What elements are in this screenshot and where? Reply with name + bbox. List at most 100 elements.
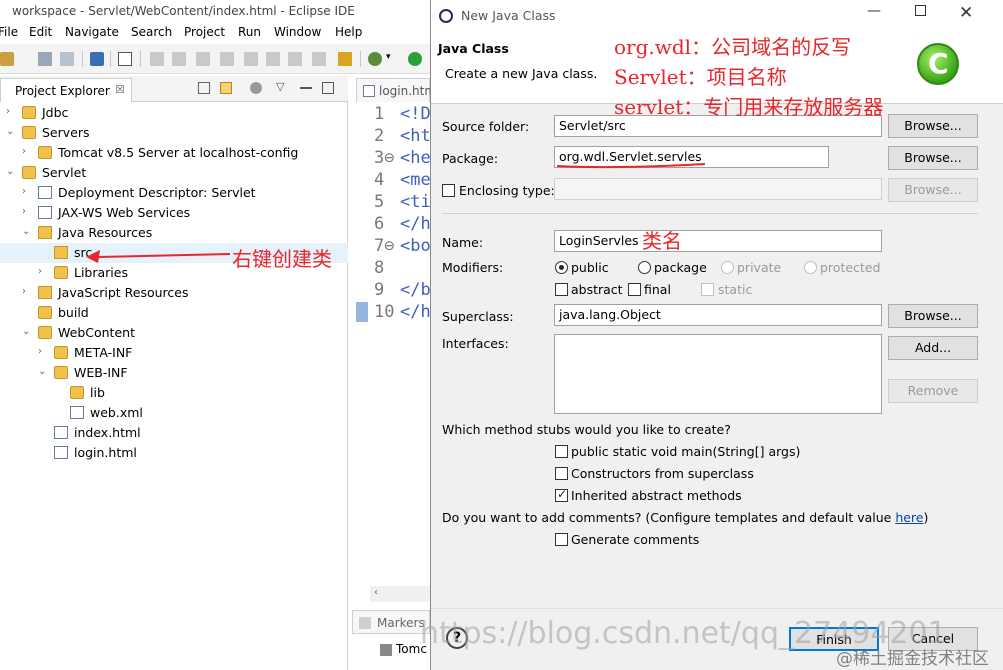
menu-help[interactable]: Help — [335, 25, 362, 39]
minimize-icon[interactable] — [300, 87, 312, 89]
chevron-down-icon[interactable]: ⌄ — [6, 126, 16, 137]
chevron-right-icon[interactable]: › — [6, 106, 16, 117]
menu-search[interactable]: Search — [131, 25, 172, 39]
tree-item[interactable]: › Jdbc — [0, 103, 348, 123]
wrench-icon[interactable] — [338, 52, 352, 66]
code-line: 5 <ti — [352, 192, 431, 214]
tree-item[interactable]: › JAX-WS Web Services — [0, 203, 348, 223]
js-resources-icon — [38, 286, 52, 299]
maximize-icon[interactable] — [322, 82, 334, 94]
resume-icon[interactable] — [150, 52, 164, 66]
use-step-filters-icon[interactable] — [312, 52, 326, 66]
chevron-right-icon[interactable]: › — [22, 186, 32, 197]
save-icon[interactable] — [38, 52, 52, 66]
run-icon[interactable] — [408, 52, 422, 66]
chevron-right-icon[interactable]: › — [22, 286, 32, 297]
generate-comments-checkbox[interactable] — [555, 533, 568, 546]
menu-window[interactable]: Window — [274, 25, 321, 39]
step-into-icon[interactable] — [244, 52, 258, 66]
dialog-header-title: Java Class — [438, 41, 509, 56]
modifier-static-checkbox[interactable] — [701, 283, 714, 296]
terminate-icon[interactable] — [196, 52, 210, 66]
step-over-icon[interactable] — [266, 52, 280, 66]
configure-templates-link[interactable]: here — [895, 510, 923, 525]
chevron-down-icon[interactable]: ⌄ — [38, 366, 48, 377]
menu-project[interactable]: Project — [184, 25, 225, 39]
step-return-icon[interactable] — [288, 52, 302, 66]
menu-edit[interactable]: Edit — [29, 25, 52, 39]
tree-item-label: Jdbc — [42, 105, 69, 120]
close-icon[interactable]: ✕ — [959, 3, 973, 23]
tree-item[interactable]: › META-INF — [0, 343, 348, 363]
stub-main-checkbox[interactable] — [555, 445, 568, 458]
modifier-private-label: private — [737, 260, 782, 275]
tree-item[interactable]: ⌄ Servers — [0, 123, 348, 143]
filters-icon[interactable] — [250, 82, 262, 94]
disconnect-icon[interactable] — [220, 52, 234, 66]
close-icon[interactable]: ☒ — [115, 83, 125, 96]
view-menu-icon[interactable]: ▽ — [276, 80, 284, 93]
new-icon[interactable] — [0, 52, 14, 66]
skip-breakpoints-icon[interactable] — [118, 52, 132, 66]
editor-tab[interactable]: login.htm — [356, 78, 436, 102]
menu-navigate[interactable]: Navigate — [65, 25, 119, 39]
code-text: <ht — [400, 126, 431, 146]
chevron-right-icon[interactable]: › — [22, 206, 32, 217]
modifier-public-radio[interactable] — [555, 261, 568, 274]
tree-item[interactable]: lib — [0, 383, 348, 403]
code-text: </h — [400, 302, 431, 322]
code-text: <bo — [400, 236, 431, 256]
suspend-icon[interactable] — [172, 52, 186, 66]
enclosing-type-field[interactable] — [554, 178, 882, 200]
stub-inherited-checkbox[interactable] — [555, 487, 568, 502]
debug-icon[interactable] — [368, 52, 382, 66]
chevron-right-icon[interactable]: › — [22, 146, 32, 157]
editor-horizontal-scrollbar[interactable]: ‹ — [370, 586, 430, 602]
chevron-right-icon[interactable]: › — [38, 266, 48, 277]
chevron-down-icon[interactable]: ⌄ — [22, 326, 32, 337]
tree-item[interactable]: › JavaScript Resources — [0, 283, 348, 303]
tree-item[interactable]: build — [0, 303, 348, 323]
tree-item[interactable]: ⌄ Servlet — [0, 163, 348, 183]
tree-item[interactable]: web.xml — [0, 403, 348, 423]
debug-dropdown-icon[interactable]: ▾ — [386, 52, 391, 62]
enclosing-type-browse-button[interactable]: Browse... — [888, 178, 978, 202]
modifier-package-radio[interactable] — [638, 261, 651, 274]
tree-item[interactable]: ⌄ Java Resources — [0, 223, 348, 243]
tree-item[interactable]: index.html — [0, 423, 348, 443]
tree-item[interactable]: login.html — [0, 443, 348, 463]
superclass-browse-button[interactable]: Browse... — [888, 304, 978, 328]
project-explorer-tab[interactable]: Project Explorer ☒ — [0, 78, 132, 102]
menu-run[interactable]: Run — [238, 25, 261, 39]
maximize-icon[interactable] — [915, 5, 926, 16]
package-browse-button[interactable]: Browse... — [888, 146, 978, 170]
console-icon[interactable] — [90, 52, 104, 66]
save-all-icon[interactable] — [60, 52, 74, 66]
scroll-left-icon[interactable]: ‹ — [374, 587, 378, 598]
method-stubs-question: Which method stubs would you like to cre… — [442, 422, 731, 437]
chevron-right-icon[interactable]: › — [38, 346, 48, 357]
minimize-icon[interactable]: — — [867, 3, 881, 19]
source-folder-browse-button[interactable]: Browse... — [888, 114, 978, 138]
tree-item[interactable]: ⌄ WebContent — [0, 323, 348, 343]
interfaces-add-button[interactable]: Add... — [888, 336, 978, 360]
tree-item[interactable]: ⌄ WEB-INF — [0, 363, 348, 383]
class-name-field[interactable]: LoginServles — [554, 230, 882, 252]
modifier-protected-radio[interactable] — [804, 261, 817, 274]
interfaces-list[interactable] — [554, 334, 882, 414]
menu-file[interactable]: File — [0, 25, 18, 39]
tree-item[interactable]: › Tomcat v8.5 Server at localhost-config — [0, 143, 348, 163]
modifier-private-radio[interactable] — [721, 261, 734, 274]
link-with-editor-icon[interactable] — [220, 82, 232, 94]
markers-tab[interactable]: Markers — [352, 610, 430, 634]
superclass-field[interactable]: java.lang.Object — [554, 304, 882, 326]
interfaces-remove-button[interactable]: Remove — [888, 379, 978, 403]
enclosing-type-checkbox[interactable] — [442, 184, 455, 197]
chevron-down-icon[interactable]: ⌄ — [6, 166, 16, 177]
modifier-abstract-checkbox[interactable] — [555, 283, 568, 296]
stub-constructors-checkbox[interactable] — [555, 467, 568, 480]
tree-item[interactable]: › Deployment Descriptor: Servlet — [0, 183, 348, 203]
collapse-all-icon[interactable] — [198, 82, 210, 94]
chevron-down-icon[interactable]: ⌄ — [22, 226, 32, 237]
modifier-final-checkbox[interactable] — [628, 283, 641, 296]
